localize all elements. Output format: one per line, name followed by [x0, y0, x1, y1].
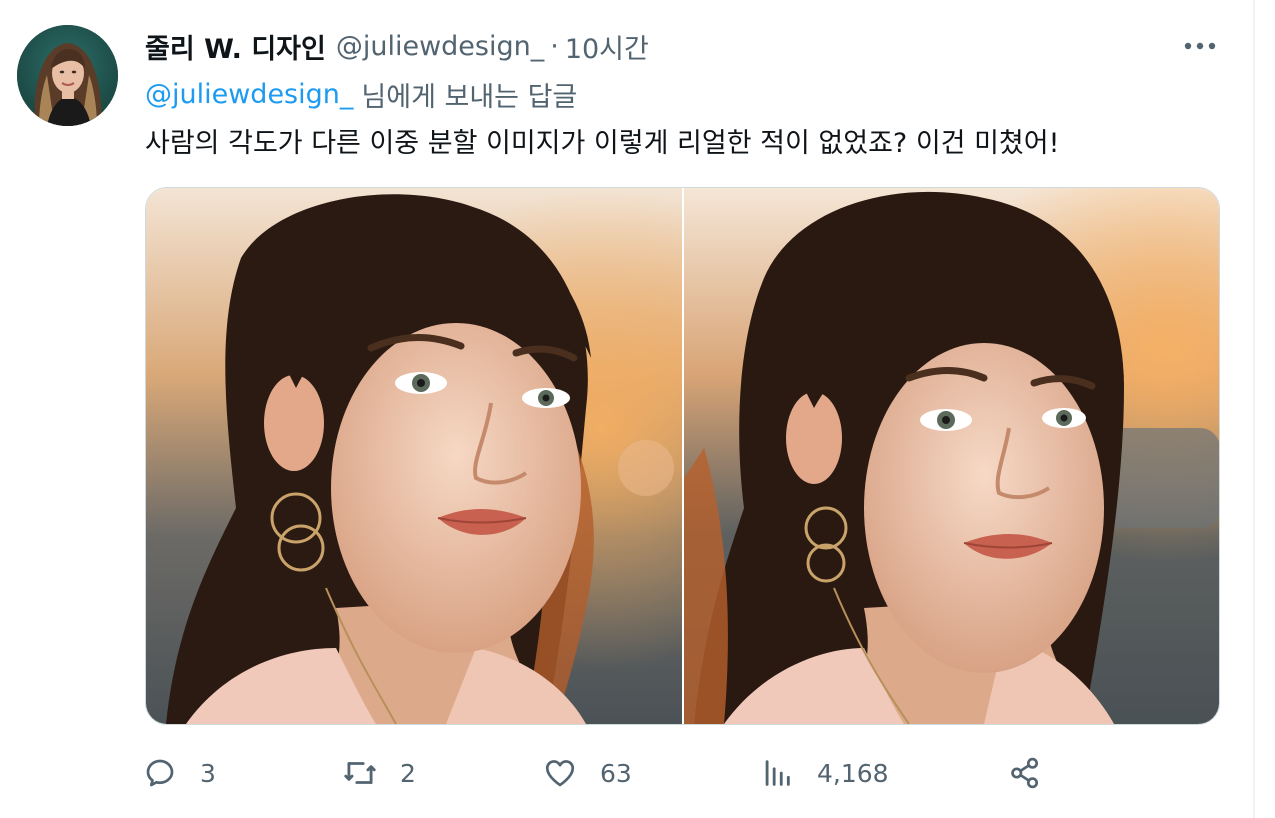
share-icon [1005, 753, 1045, 793]
avatar-photo-icon [17, 25, 118, 126]
portrait-photo-left-icon [146, 188, 682, 724]
views-count: 4,168 [817, 758, 889, 788]
avatar[interactable] [17, 25, 118, 126]
replying-to-suffix: 님에게 보내는 답글 [361, 81, 578, 113]
timestamp[interactable]: 10시간 [565, 27, 649, 66]
reply-icon [140, 753, 180, 793]
portrait-photo-right-icon [683, 188, 1219, 724]
replying-to: @juliewdesign_ 님에게 보내는 답글 [145, 74, 577, 114]
retweet-button[interactable]: 2 [340, 748, 416, 798]
display-name[interactable]: 줄리 W. 디자인 [145, 27, 326, 66]
reply-count: 3 [200, 758, 216, 788]
tweet-text: 사람의 각도가 다른 이중 분할 이미지가 이렇게 리얼한 적이 없었죠? 이건… [145, 127, 1060, 159]
replying-to-handle[interactable]: @juliewdesign_ [145, 79, 353, 110]
user-handle[interactable]: @juliewdesign_ [336, 31, 544, 62]
like-count: 63 [600, 758, 632, 788]
views-icon [757, 753, 797, 793]
right-border-divider [1253, 0, 1255, 818]
media-image-right[interactable] [683, 188, 1219, 724]
like-button[interactable]: 63 [540, 748, 632, 798]
heart-icon [540, 753, 580, 793]
more-dots-icon [1184, 42, 1216, 50]
retweet-count: 2 [400, 758, 416, 788]
more-options-button[interactable] [1178, 30, 1222, 62]
reply-button[interactable]: 3 [140, 748, 216, 798]
views-button[interactable]: 4,168 [757, 748, 889, 798]
share-button[interactable] [1005, 748, 1045, 798]
media-image-left[interactable] [146, 188, 682, 724]
separator-dot: · [550, 30, 559, 62]
retweet-icon [340, 753, 380, 793]
tweet-header: 줄리 W. 디자인 @juliewdesign_ · 10시간 [145, 26, 649, 66]
tweet-actions: 3 2 63 4,168 [140, 748, 1140, 798]
media-grid [145, 187, 1220, 725]
